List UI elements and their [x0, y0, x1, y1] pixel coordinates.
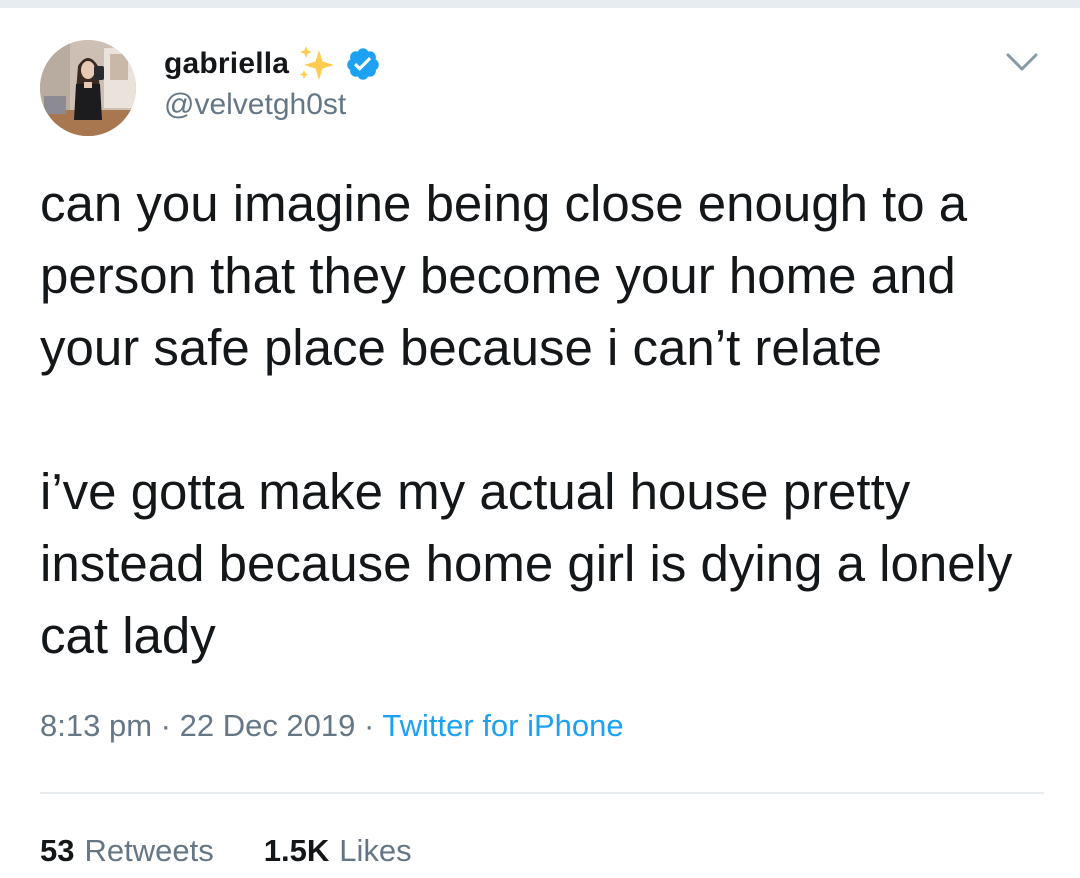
tweet-menu-button[interactable]: [1000, 44, 1044, 80]
tweet-paragraph: i’ve gotta make my actual house pretty i…: [40, 463, 1013, 664]
tweet-card: gabriella @velvetgh0st can you imagine b…: [0, 8, 1080, 878]
user-handle[interactable]: @velvetgh0st: [164, 88, 346, 122]
tweet-paragraph: can you imagine being close enough to a …: [40, 175, 968, 376]
top-border: [0, 0, 1080, 8]
meta-separator: ·: [364, 708, 375, 743]
retweets-stat[interactable]: 53 Retweets: [40, 833, 214, 869]
likes-stat[interactable]: 1.5K Likes: [264, 833, 412, 869]
tweet-stats: 53 Retweets 1.5K Likes: [40, 833, 412, 869]
display-name[interactable]: gabriella: [164, 47, 289, 81]
meta-separator: ·: [160, 708, 171, 743]
avatar[interactable]: [40, 40, 136, 136]
avatar-photo: [40, 40, 136, 136]
divider: [40, 792, 1044, 794]
likes-count: 1.5K: [263, 833, 330, 868]
likes-label: Likes: [339, 833, 412, 868]
retweets-label: Retweets: [84, 833, 214, 868]
retweets-count: 53: [40, 833, 75, 868]
tweet-time[interactable]: 8:13 pm: [40, 708, 152, 743]
tweet-date[interactable]: 22 Dec 2019: [180, 708, 356, 743]
chevron-down-icon: [1006, 53, 1038, 71]
sparkles-icon: [295, 44, 339, 84]
tweet-meta: 8:13 pm · 22 Dec 2019 · Twitter for iPho…: [40, 708, 624, 744]
verified-badge-icon: [345, 46, 381, 82]
tweet-source-link[interactable]: Twitter for iPhone: [382, 708, 623, 743]
author-name-row: gabriella: [164, 44, 381, 84]
tweet-text: can you imagine being close enough to a …: [40, 168, 1050, 672]
